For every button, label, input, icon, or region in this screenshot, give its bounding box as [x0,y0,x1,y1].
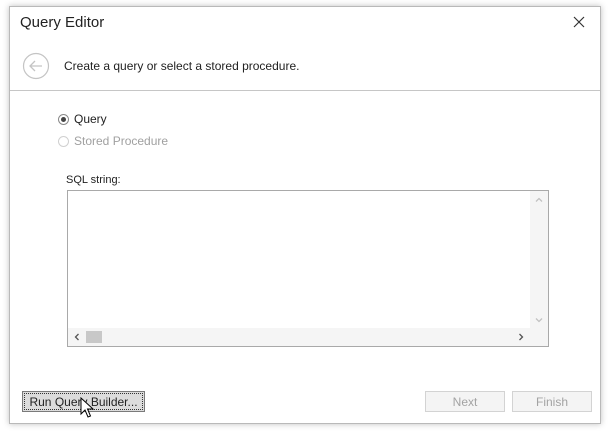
back-arrow-icon[interactable] [22,52,50,80]
chevron-right-icon[interactable] [512,328,530,346]
vertical-scrollbar[interactable] [530,191,548,329]
instruction-text: Create a query or select a stored proced… [64,59,300,73]
chevron-up-icon[interactable] [530,191,548,209]
sql-string-box [67,190,549,347]
header-divider [10,90,600,91]
run-query-builder-button[interactable]: Run Query Builder... [22,391,145,412]
close-icon[interactable] [572,15,586,29]
query-editor-dialog: Query Editor Create a query or select a … [9,6,601,424]
next-button[interactable]: Next [425,391,505,412]
radio-query-label: Query [74,112,107,126]
scrollbar-corner [530,328,548,346]
horizontal-scrollbar[interactable] [68,328,530,346]
window-title: Query Editor [20,14,105,31]
sql-string-input[interactable] [68,191,530,329]
radio-stored-procedure-indicator[interactable] [58,135,69,147]
chevron-left-icon[interactable] [68,328,86,346]
radio-stored-procedure[interactable]: Stored Procedure [58,133,168,149]
radio-query[interactable]: Query [58,111,107,127]
radio-stored-procedure-label: Stored Procedure [74,134,169,148]
wizard-header: Create a query or select a stored proced… [10,47,600,89]
radio-query-indicator[interactable] [58,113,69,125]
finish-button[interactable]: Finish [512,391,592,412]
sql-string-label: SQL string: [66,174,121,186]
chevron-down-icon[interactable] [530,311,548,329]
horizontal-scroll-thumb[interactable] [86,331,102,343]
